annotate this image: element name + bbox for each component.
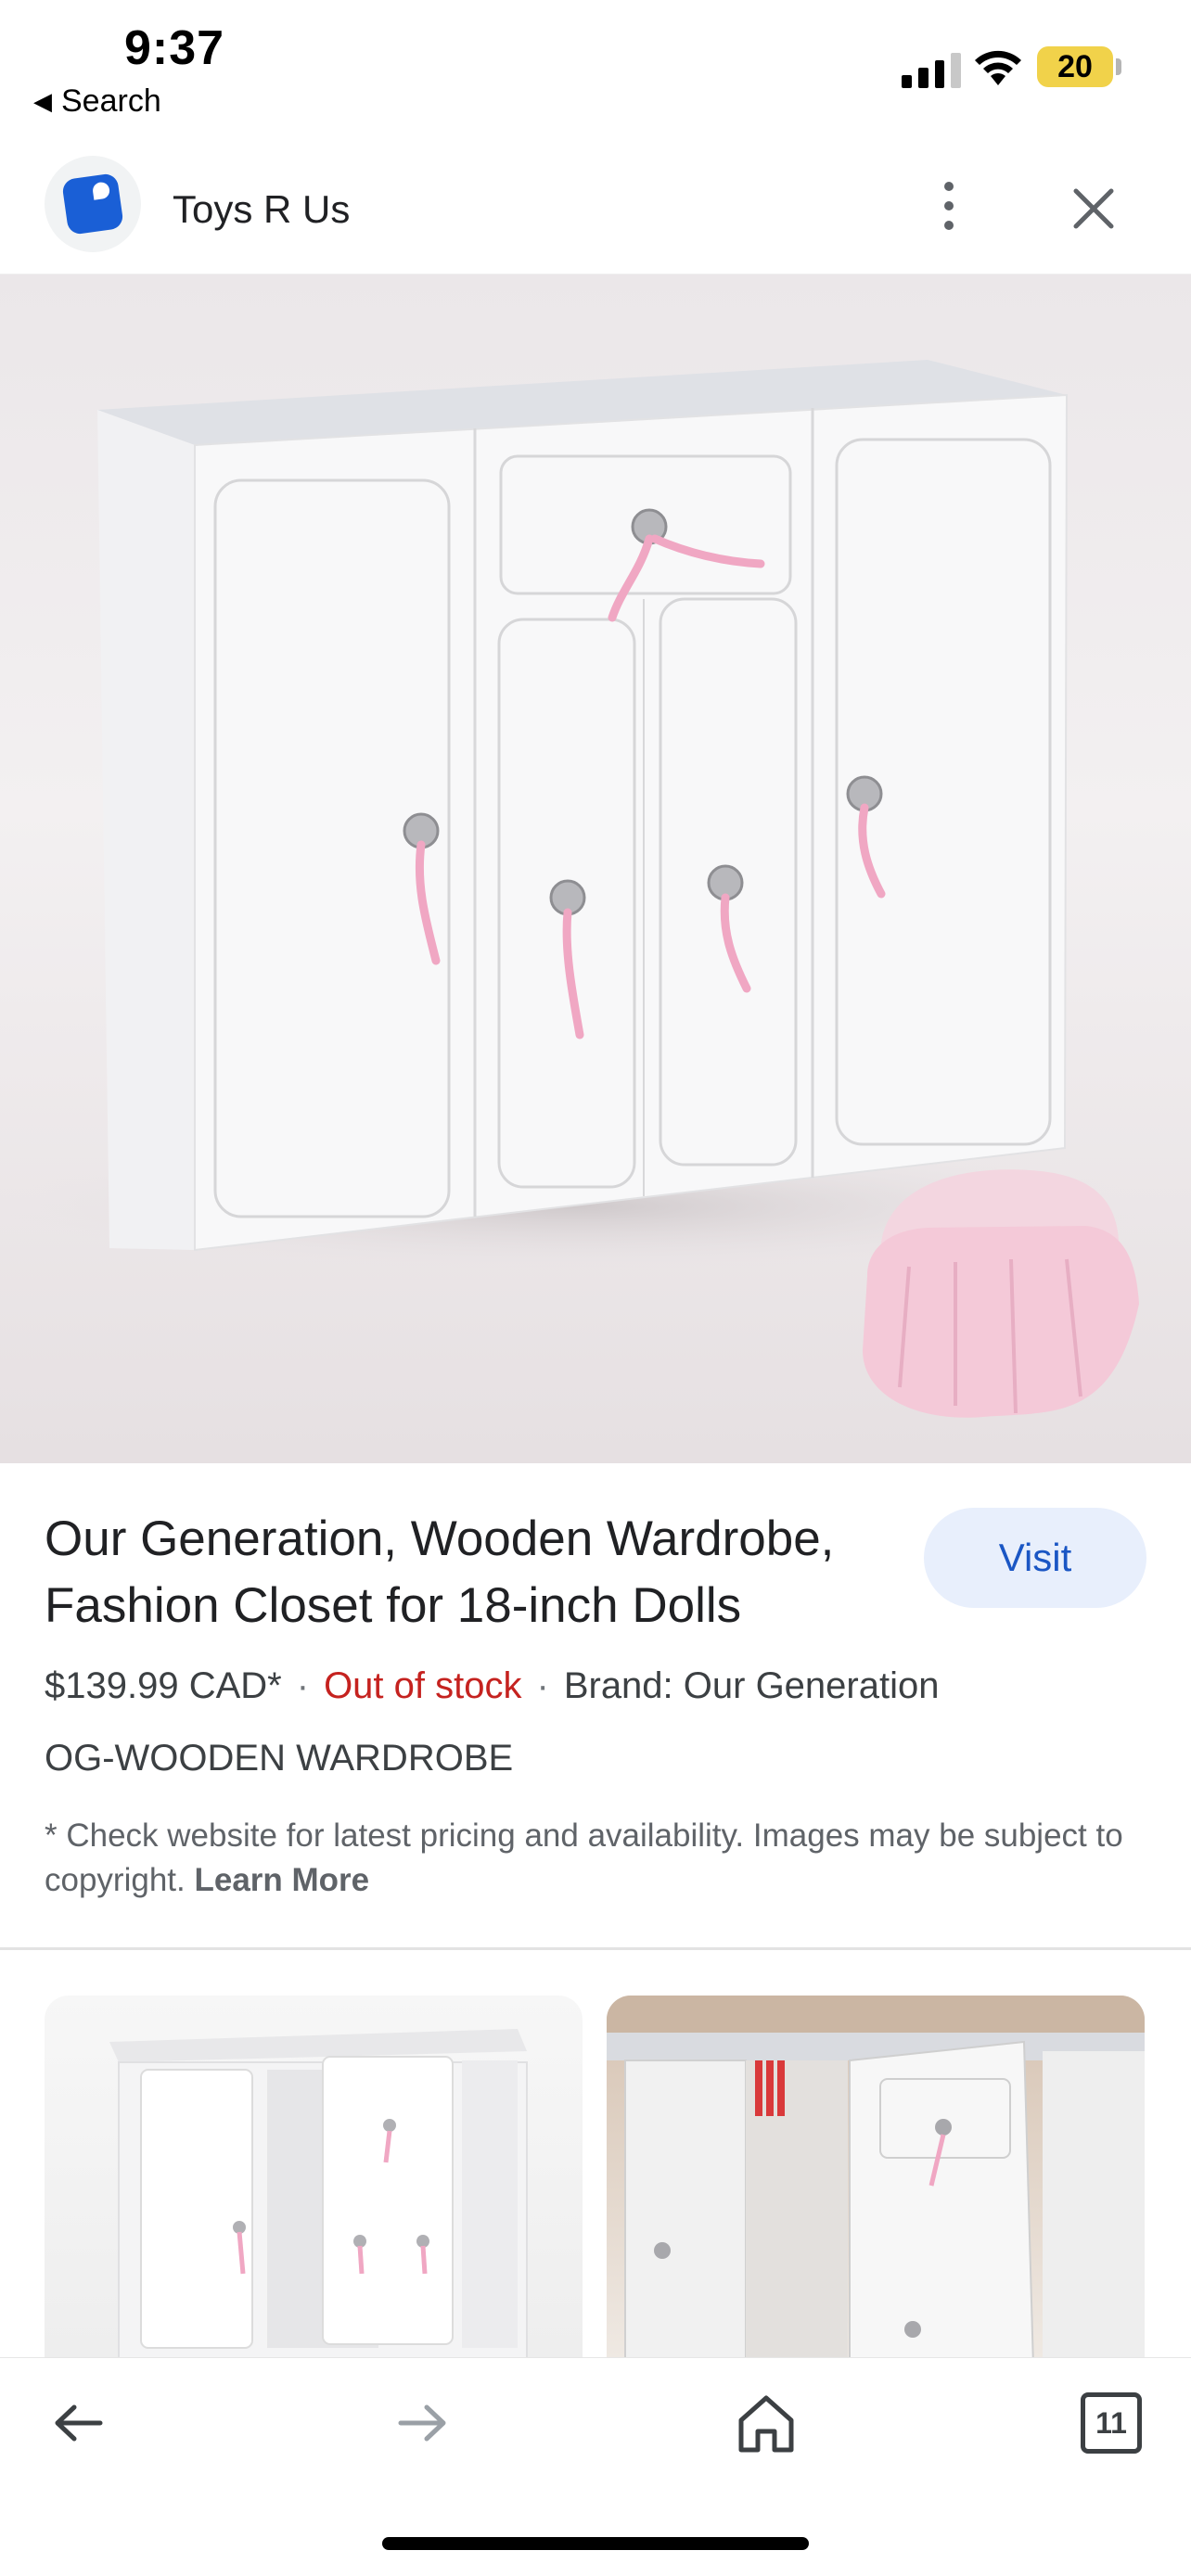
back-label: Search [61,83,161,119]
related-wardrobe-photo [607,1996,1145,2357]
forward-arrow-icon[interactable] [386,2386,460,2460]
more-vert-icon[interactable] [923,176,975,236]
back-to-search-link[interactable]: ◀ Search [33,83,161,120]
separator: · [296,1665,310,1706]
related-wardrobe-image [109,2029,528,2357]
learn-more-link[interactable]: Learn More [194,1862,369,1898]
disclaimer: * Check website for latest pricing and a… [45,1814,1148,1903]
related-image-thumbnail[interactable] [45,1996,583,2357]
product-image[interactable] [0,274,1191,1463]
home-indicator[interactable] [382,2537,809,2550]
toysrus-logo-icon[interactable] [45,156,141,252]
status-time: 9:37 [124,21,225,75]
separator: · [536,1665,549,1706]
back-triangle-icon: ◀ [33,87,52,115]
product-sku: OG-WOODEN WARDROBE [45,1738,514,1779]
divider [0,1947,1191,1950]
wardrobe-illustration [0,360,1150,1418]
battery-icon: 20 [1037,46,1113,87]
battery-nub [1116,58,1121,75]
tabs-icon[interactable]: 11 [1074,2386,1148,2460]
product-title[interactable]: Our Generation, Wooden Wardrobe, Fashion… [45,1506,916,1639]
stock-status: Out of stock [324,1665,522,1706]
tabs-count: 11 [1081,2392,1142,2454]
wifi-icon [975,50,1021,85]
result-header: Toys R Us [0,139,1191,274]
signal-icon [902,51,961,88]
site-name[interactable]: Toys R Us [173,187,350,232]
browser-toolbar: 11 [0,2357,1191,2487]
price: $139.99 CAD* [45,1665,282,1706]
related-image-thumbnail[interactable] [607,1996,1145,2357]
back-arrow-icon[interactable] [41,2386,115,2460]
product-meta: $139.99 CAD* · Out of stock · Brand: Our… [45,1665,939,1707]
visit-button[interactable]: Visit [924,1508,1146,1608]
home-icon[interactable] [729,2386,803,2460]
close-icon[interactable] [1067,182,1121,236]
brand: Brand: Our Generation [563,1665,940,1706]
